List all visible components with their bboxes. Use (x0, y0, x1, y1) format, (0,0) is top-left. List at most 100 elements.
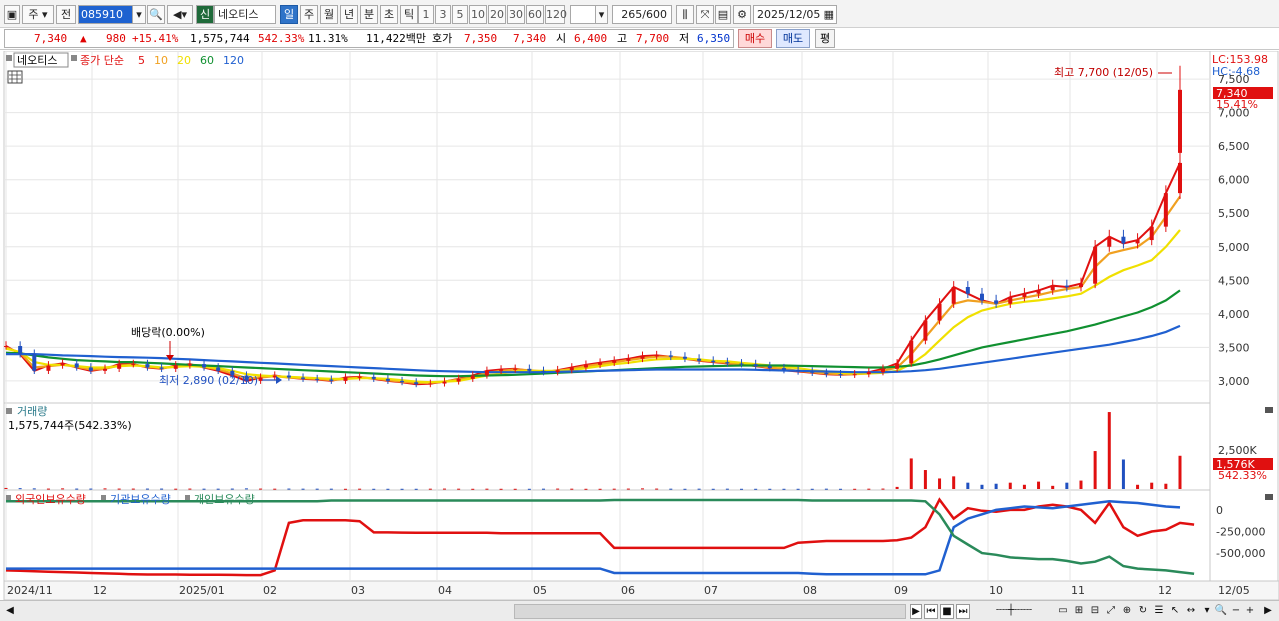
quote-bar: 7,340 ▲ 980 +15.41% 1,575,744 542.33% 11… (0, 28, 1279, 50)
volume-bar (174, 488, 178, 490)
save-icon[interactable]: ▤ (715, 5, 731, 24)
x-label: 02 (263, 584, 277, 597)
chart-canvas[interactable]: 3,000 3,500 4,000 4,500 5,000 5,500 6,000 6,500… (0, 51, 1279, 600)
search-icon[interactable]: 🔍 (147, 5, 165, 24)
holdings-legend-item[interactable]: 개인보유수량 (194, 493, 255, 506)
period-tab-3[interactable]: 월 (320, 5, 338, 24)
refresh-icon[interactable]: ↻ (1136, 604, 1150, 619)
cursor-icon[interactable]: ↔ (1184, 604, 1198, 619)
candle-body (32, 354, 37, 371)
bottom-scrollbar[interactable]: ◀ ▶ ⏮ ■ ⏭ ┄┄┼┄┄┄ ▭ ⊞ ⊟ ⤢ ⊕ ↻ ☰ ↖ ↔ ▾ 🔍 −… (0, 600, 1279, 621)
price-panel[interactable] (3, 51, 1211, 404)
market-select[interactable]: 주 ▾ (22, 5, 54, 24)
pyeong-button[interactable]: 평 (815, 29, 835, 48)
compare-icon[interactable]: ⤧ (696, 5, 714, 24)
interval-tab-1[interactable]: 1 (418, 5, 434, 24)
candle-body (400, 380, 405, 383)
interval-tab-10[interactable]: 10 (469, 5, 487, 24)
candle-body (315, 378, 320, 380)
scroll-right-icon[interactable]: ▶ (1262, 604, 1274, 619)
volume-bar (89, 488, 93, 490)
volume-bar (457, 488, 461, 490)
zoom-in-icon[interactable]: + (1244, 604, 1256, 619)
volume-bar (18, 488, 22, 490)
period-tab-7[interactable]: 틱 (400, 5, 418, 24)
grid-icon[interactable]: ⊞ (1072, 604, 1086, 619)
pointer-icon[interactable]: ↖ (1168, 604, 1182, 619)
candle-body (697, 358, 702, 361)
volume-bar (259, 488, 263, 490)
date-field[interactable]: 2025/12/05 ▦ (753, 5, 837, 24)
candle-body (414, 382, 419, 385)
buy-button[interactable]: 매수 (738, 29, 772, 48)
x-label: 10 (989, 584, 1003, 597)
legend-ma-60[interactable]: 60 (200, 54, 214, 67)
expand-icon[interactable]: ⤢ (1104, 604, 1118, 619)
play-icon[interactable]: ▶ (910, 604, 922, 619)
volume-bar (556, 488, 560, 490)
gear-icon[interactable]: ⚙ (733, 5, 751, 24)
zoom-search-icon[interactable]: 🔍 (1214, 604, 1228, 619)
scroll-left-icon[interactable]: ◀ (4, 604, 16, 619)
stock-code-input[interactable]: 085910 ▾ (78, 5, 146, 24)
period-tab-5[interactable]: 분 (360, 5, 378, 24)
jeon-button[interactable]: 전 (56, 5, 76, 24)
sin-badge[interactable]: 신 (196, 5, 214, 24)
period-tab-4[interactable]: 년 (340, 5, 358, 24)
stock-name-field[interactable]: 네오티스 (214, 5, 276, 24)
window-icon[interactable]: ▣ (4, 5, 20, 24)
period-tab-2[interactable]: 주 (300, 5, 318, 24)
count-field[interactable]: 265/600 (612, 5, 672, 24)
list-icon[interactable]: ☰ (1152, 604, 1166, 619)
legend-ma-label[interactable]: 종가 단순 (80, 54, 124, 67)
period-tab-6[interactable]: 초 (380, 5, 398, 24)
candle-body (979, 293, 984, 301)
speaker-icon[interactable]: ◀▾ (167, 5, 193, 24)
interval-tab-120[interactable]: 120 (545, 5, 567, 24)
chevron-down-icon[interactable]: ▾ (132, 6, 145, 23)
x-right-label: 12/05 (1218, 584, 1250, 597)
table-icon[interactable] (7, 70, 23, 84)
holdings-legend-item[interactable]: 외국인보유수량 (15, 493, 86, 506)
interval-tab-5[interactable]: 5 (452, 5, 468, 24)
legend-ma-5[interactable]: 5 (138, 54, 145, 67)
panel-minimize-icon[interactable] (1265, 407, 1273, 413)
rewind-icon[interactable]: ⏮ (924, 604, 938, 619)
forward-icon[interactable]: ⏭ (956, 604, 970, 619)
legend-ma-20[interactable]: 20 (177, 54, 191, 67)
volume-bar (570, 488, 574, 490)
stop-icon[interactable]: ■ (940, 604, 954, 619)
volume-bar (711, 488, 715, 490)
candle-body (301, 377, 306, 379)
candle-body (852, 374, 857, 376)
zoom-out-icon[interactable]: − (1230, 604, 1242, 619)
calendar-icon[interactable]: ▦ (824, 6, 836, 23)
interval-tab-30[interactable]: 30 (507, 5, 525, 24)
stock-code-value: 085910 (81, 8, 123, 21)
candle-type-icon[interactable]: ⫼ (676, 5, 694, 24)
sell-button[interactable]: 매도 (776, 29, 810, 48)
turnover-rate: 11.31% (308, 32, 348, 45)
holdings-legend-item[interactable]: 기관보유수량 (110, 493, 171, 506)
panel-minimize-icon[interactable] (1265, 494, 1273, 500)
scroll-thumb[interactable] (514, 604, 906, 619)
zoom-slider[interactable]: ┄┄┼┄┄┄ (978, 604, 1050, 619)
price-ytick: 6,000 (1218, 174, 1250, 187)
layout-icon[interactable]: ▭ (1056, 604, 1070, 619)
interval-tab-60[interactable]: 60 (526, 5, 544, 24)
candle-body (1135, 240, 1140, 244)
volume-bar (655, 488, 659, 490)
legend-ma-10[interactable]: 10 (154, 54, 168, 67)
volume-bar (782, 488, 786, 490)
volume-panel[interactable] (3, 402, 1211, 491)
crosshair-icon[interactable]: ⊕ (1120, 604, 1134, 619)
legend-ma-120[interactable]: 120 (223, 54, 244, 67)
interval-tab-20[interactable]: 20 (488, 5, 506, 24)
x-label: 06 (621, 584, 635, 597)
interval-tab-3[interactable]: 3 (435, 5, 451, 24)
period-tab-1[interactable]: 일 (280, 5, 298, 24)
split-icon[interactable]: ⊟ (1088, 604, 1102, 619)
interval-custom-select[interactable]: ▾ (570, 5, 608, 24)
volume-bar (1051, 485, 1055, 489)
marker-icon[interactable]: ▾ (1200, 604, 1214, 619)
